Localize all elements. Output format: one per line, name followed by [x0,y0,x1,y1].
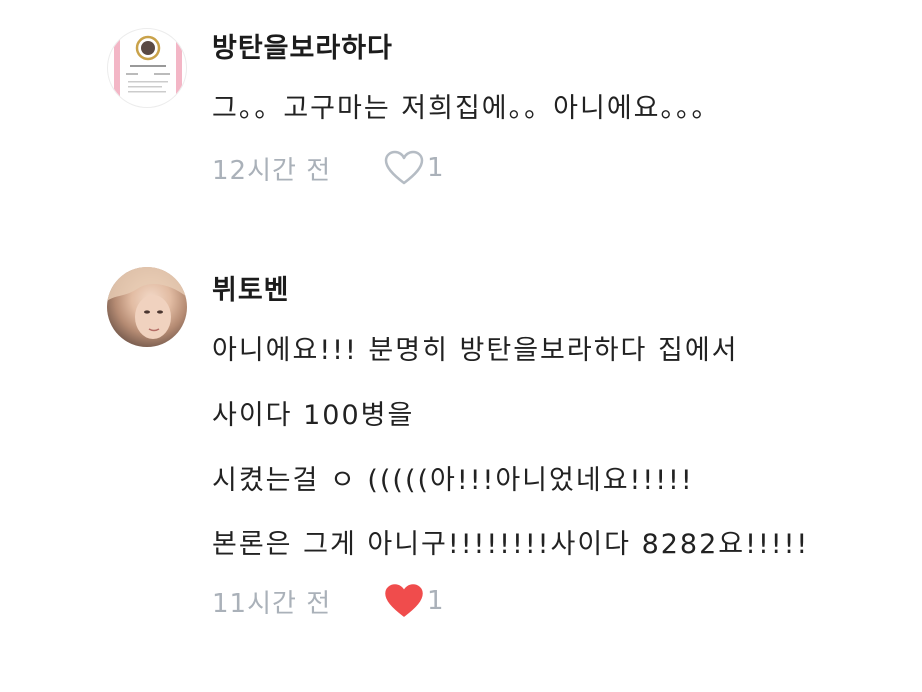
comment-text-line: 사이다 100병을 [212,400,415,431]
avatar[interactable] [107,267,187,347]
profile-photo-icon [107,267,187,347]
timestamp: 11시간 전 [212,588,332,619]
heart-filled-icon [385,584,423,617]
like-button[interactable]: 1 [384,583,444,619]
comment-item: 방탄을보라하다 그。。고구마는 저희집에。。아니에요。。。 12시간 전 1 [0,0,922,220]
comment-text-line: 그。。고구마는 저희집에。。아니에요。。。 [212,93,721,124]
username[interactable]: 방탄을보라하다 [212,26,393,65]
avatar[interactable] [107,28,187,108]
comment-text-line: 본론은 그게 아니구!!!!!!!!사이다 8282요!!!!! [212,529,810,560]
profile-badge-icon [114,35,182,97]
comment-meta: 12시간 전 1 [212,150,444,186]
like-count: 1 [427,586,444,616]
username[interactable]: 뷔토벤 [212,268,290,307]
like-count: 1 [427,153,444,183]
comment-item: 뷔토벤 아니에요!!! 분명히 방탄을보라하다 집에서 사이다 100병을 시켰… [0,250,922,670]
comment-text-line: 시켰는걸 ㅇ (((((아!!!아니었네요!!!!! [212,465,694,496]
comment-text-line: 아니에요!!! 분명히 방탄을보라하다 집에서 [212,335,739,366]
timestamp: 12시간 전 [212,155,332,186]
comment-meta: 11시간 전 1 [212,583,444,619]
heart-outline-icon [384,150,424,185]
like-button[interactable]: 1 [384,150,444,186]
